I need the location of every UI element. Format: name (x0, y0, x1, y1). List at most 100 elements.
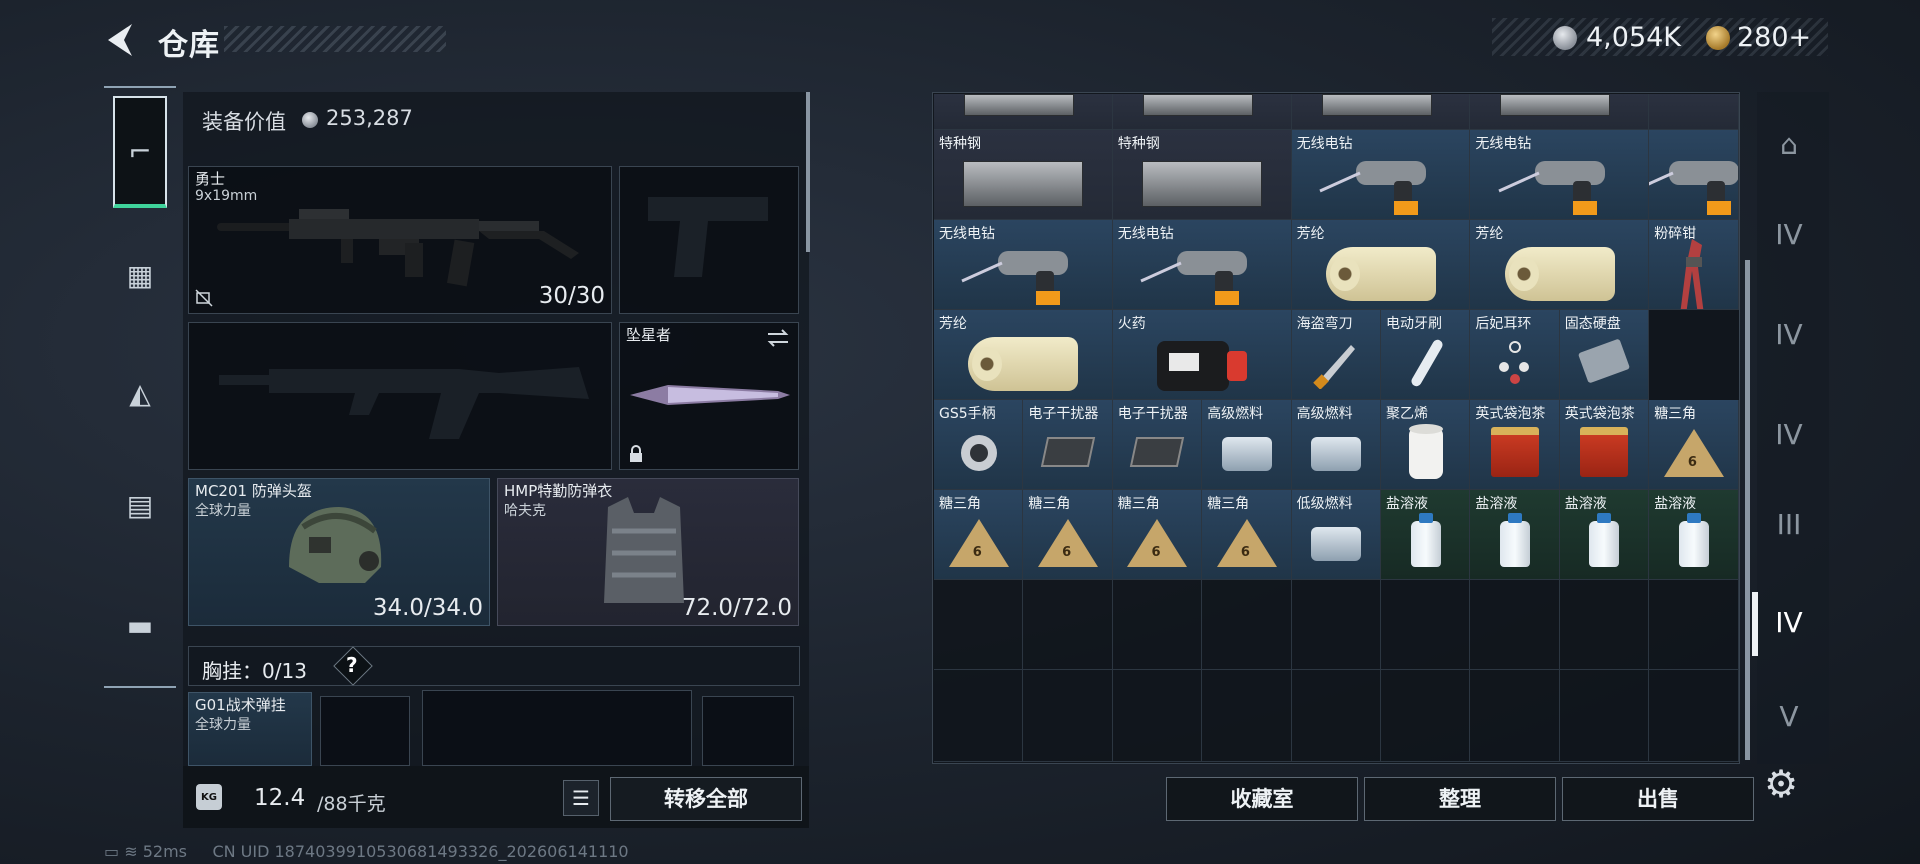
stash-empty-cell[interactable] (1202, 580, 1292, 670)
stash-cell-partial[interactable] (1470, 94, 1650, 130)
stash-item[interactable]: 芳纶 (1470, 220, 1650, 310)
chest-rig-cell[interactable] (320, 696, 410, 766)
organize-button[interactable]: 整理 (1364, 777, 1556, 821)
stash-item[interactable]: 固态硬盘 (1559, 310, 1650, 400)
stash-item[interactable]: 电动牙刷 (1381, 310, 1471, 400)
stash-item[interactable]: 电子干扰器 (1112, 400, 1203, 490)
stash-cell-partial[interactable] (1291, 94, 1471, 130)
stash-empty-cell[interactable] (1381, 580, 1471, 670)
secondary-weapon-slot[interactable] (188, 322, 612, 470)
rail-all-items-tab[interactable]: ⌂ (1765, 120, 1813, 168)
stash-empty-cell[interactable] (934, 580, 1024, 670)
stash-item[interactable]: 无线电钻 (1291, 130, 1471, 220)
stash-item[interactable]: 高级燃料 (1291, 400, 1381, 490)
equipment-scrollbar[interactable] (806, 92, 810, 252)
rail-armor-tab[interactable]: ▦ (113, 248, 167, 302)
stash-empty-cell[interactable] (1559, 670, 1650, 762)
stash-item[interactable]: 盐溶液 (1470, 490, 1560, 580)
stash-empty-cell[interactable] (1649, 580, 1739, 670)
stash-empty-cell[interactable] (1291, 670, 1381, 762)
stash-item[interactable]: GS5手柄 (934, 400, 1024, 490)
stash-item[interactable]: 盐溶液 (1381, 490, 1471, 580)
stash-empty-cell[interactable] (1112, 670, 1203, 762)
rail-weapon-tab[interactable]: ⌐ (113, 96, 167, 208)
stash-item[interactable]: 特种钢 (1112, 130, 1292, 220)
stash-item[interactable]: 糖三角 (1112, 490, 1203, 580)
rail-tab-iv-b[interactable]: IV (1765, 310, 1813, 358)
stash-empty-cell[interactable] (1470, 580, 1560, 670)
back-arrow-icon[interactable] (104, 22, 136, 58)
stash-item[interactable]: 糖三角 (1023, 490, 1113, 580)
stash-item[interactable]: 火药 (1112, 310, 1292, 400)
stash-item[interactable]: 后妃耳环 (1470, 310, 1560, 400)
chest-rig-cell[interactable] (422, 690, 692, 766)
pistol-slot[interactable] (619, 166, 799, 314)
primary-weapon-slot[interactable]: 勇士 9x19mm 30/30 (188, 166, 612, 314)
chest-rig-slot[interactable]: G01战术弹挂 全球力量 (188, 692, 312, 766)
stash-item[interactable]: 聚乙烯 (1381, 400, 1471, 490)
stash-item[interactable]: 低级燃料 (1291, 490, 1381, 580)
stash-item[interactable]: 特种钢 (934, 130, 1113, 220)
stash-item[interactable]: 无线电钻 (934, 220, 1113, 310)
stash-item[interactable]: 无线电钻 (1470, 130, 1650, 220)
stash-item[interactable]: 盐溶液 (1559, 490, 1650, 580)
sell-button[interactable]: 出售 (1562, 777, 1754, 821)
list-view-button[interactable]: ☰ (563, 780, 599, 816)
stash-cell-partial[interactable] (934, 94, 1113, 130)
stash-item-name: 盐溶液 (1654, 496, 1697, 512)
body-armor-slot[interactable]: HMP特勤防弹衣 哈夫克 72.0/72.0 (497, 478, 799, 626)
stash-item[interactable]: 盐溶液 (1649, 490, 1739, 580)
stash-item-name: 特种钢 (1117, 136, 1160, 152)
rail-toolbox-tab[interactable]: ▬ (113, 598, 167, 652)
stash-item[interactable]: 粉碎钳 (1649, 220, 1739, 310)
pliers-icon (1674, 237, 1714, 309)
rail-container-tab[interactable]: ▤ (113, 478, 167, 532)
rail-tab-iv-c[interactable]: IV (1765, 410, 1813, 458)
stash-item[interactable]: 海盗弯刀 (1291, 310, 1381, 400)
stash-item[interactable]: 无线电钻 (1112, 220, 1292, 310)
stash-cell-partial[interactable] (1112, 94, 1292, 130)
rail-tab-iv-a[interactable]: IV (1765, 210, 1813, 258)
stash-item[interactable] (1649, 130, 1739, 220)
stash-item[interactable]: 糖三角 (1649, 400, 1739, 490)
stash-item-name: 盐溶液 (1564, 496, 1607, 512)
stash-item[interactable]: 糖三角 (1202, 490, 1292, 580)
stash-empty-cell[interactable] (1291, 580, 1381, 670)
stash-item[interactable]: 高级燃料 (1202, 400, 1292, 490)
stash-empty-cell[interactable] (1112, 580, 1203, 670)
saline-bottle-icon (1410, 513, 1441, 567)
rail-tab-v[interactable]: V (1765, 692, 1813, 740)
stash-item[interactable]: 芳纶 (1291, 220, 1471, 310)
helmet-slot[interactable]: MC201 防弹头盔 全球力量 34.0/34.0 (188, 478, 490, 626)
stash-scrollbar[interactable] (1745, 260, 1750, 760)
gear-icon[interactable]: ⚙ (1764, 762, 1798, 806)
stash-empty-cell[interactable] (934, 670, 1024, 762)
stash-item[interactable]: 英式袋泡茶 (1559, 400, 1650, 490)
steel-bar-icon (964, 94, 1074, 116)
favorites-button[interactable]: 收藏室 (1166, 777, 1358, 821)
gold-currency-value[interactable]: 280+ (1737, 22, 1811, 53)
stash-empty-cell[interactable] (1649, 670, 1739, 762)
stash-empty-cell[interactable] (1023, 670, 1113, 762)
rail-tab-iii[interactable]: III (1765, 500, 1813, 548)
category-iv-icon: IV (1775, 417, 1803, 451)
chest-rig-cell[interactable] (702, 696, 794, 766)
stash-item[interactable]: 芳纶 (934, 310, 1113, 400)
rail-backpack-tab[interactable]: ◭ (113, 366, 167, 420)
stash-empty-cell[interactable] (1023, 580, 1113, 670)
chest-rig-title: 胸挂： (202, 659, 262, 683)
stash-empty-cell[interactable] (1202, 670, 1292, 762)
stash-cell-partial[interactable] (1649, 94, 1739, 130)
stash-empty-cell[interactable] (1381, 670, 1471, 762)
melee-slot[interactable]: 坠星者 (619, 322, 799, 470)
transfer-all-button[interactable]: 转移全部 (610, 777, 802, 821)
rail-tab-iv-selected[interactable]: IV (1765, 598, 1813, 646)
user-uid: CN UID 1874039910530681493326_2026061411… (212, 842, 629, 861)
stash-empty-cell[interactable] (1470, 670, 1560, 762)
stash-item[interactable]: 英式袋泡茶 (1470, 400, 1560, 490)
stash-empty-cell[interactable] (1559, 580, 1650, 670)
stash-item-name: 火药 (1117, 316, 1146, 332)
stash-item[interactable]: 电子干扰器 (1023, 400, 1113, 490)
stash-item[interactable]: 糖三角 (934, 490, 1024, 580)
swap-icon[interactable] (766, 329, 790, 347)
